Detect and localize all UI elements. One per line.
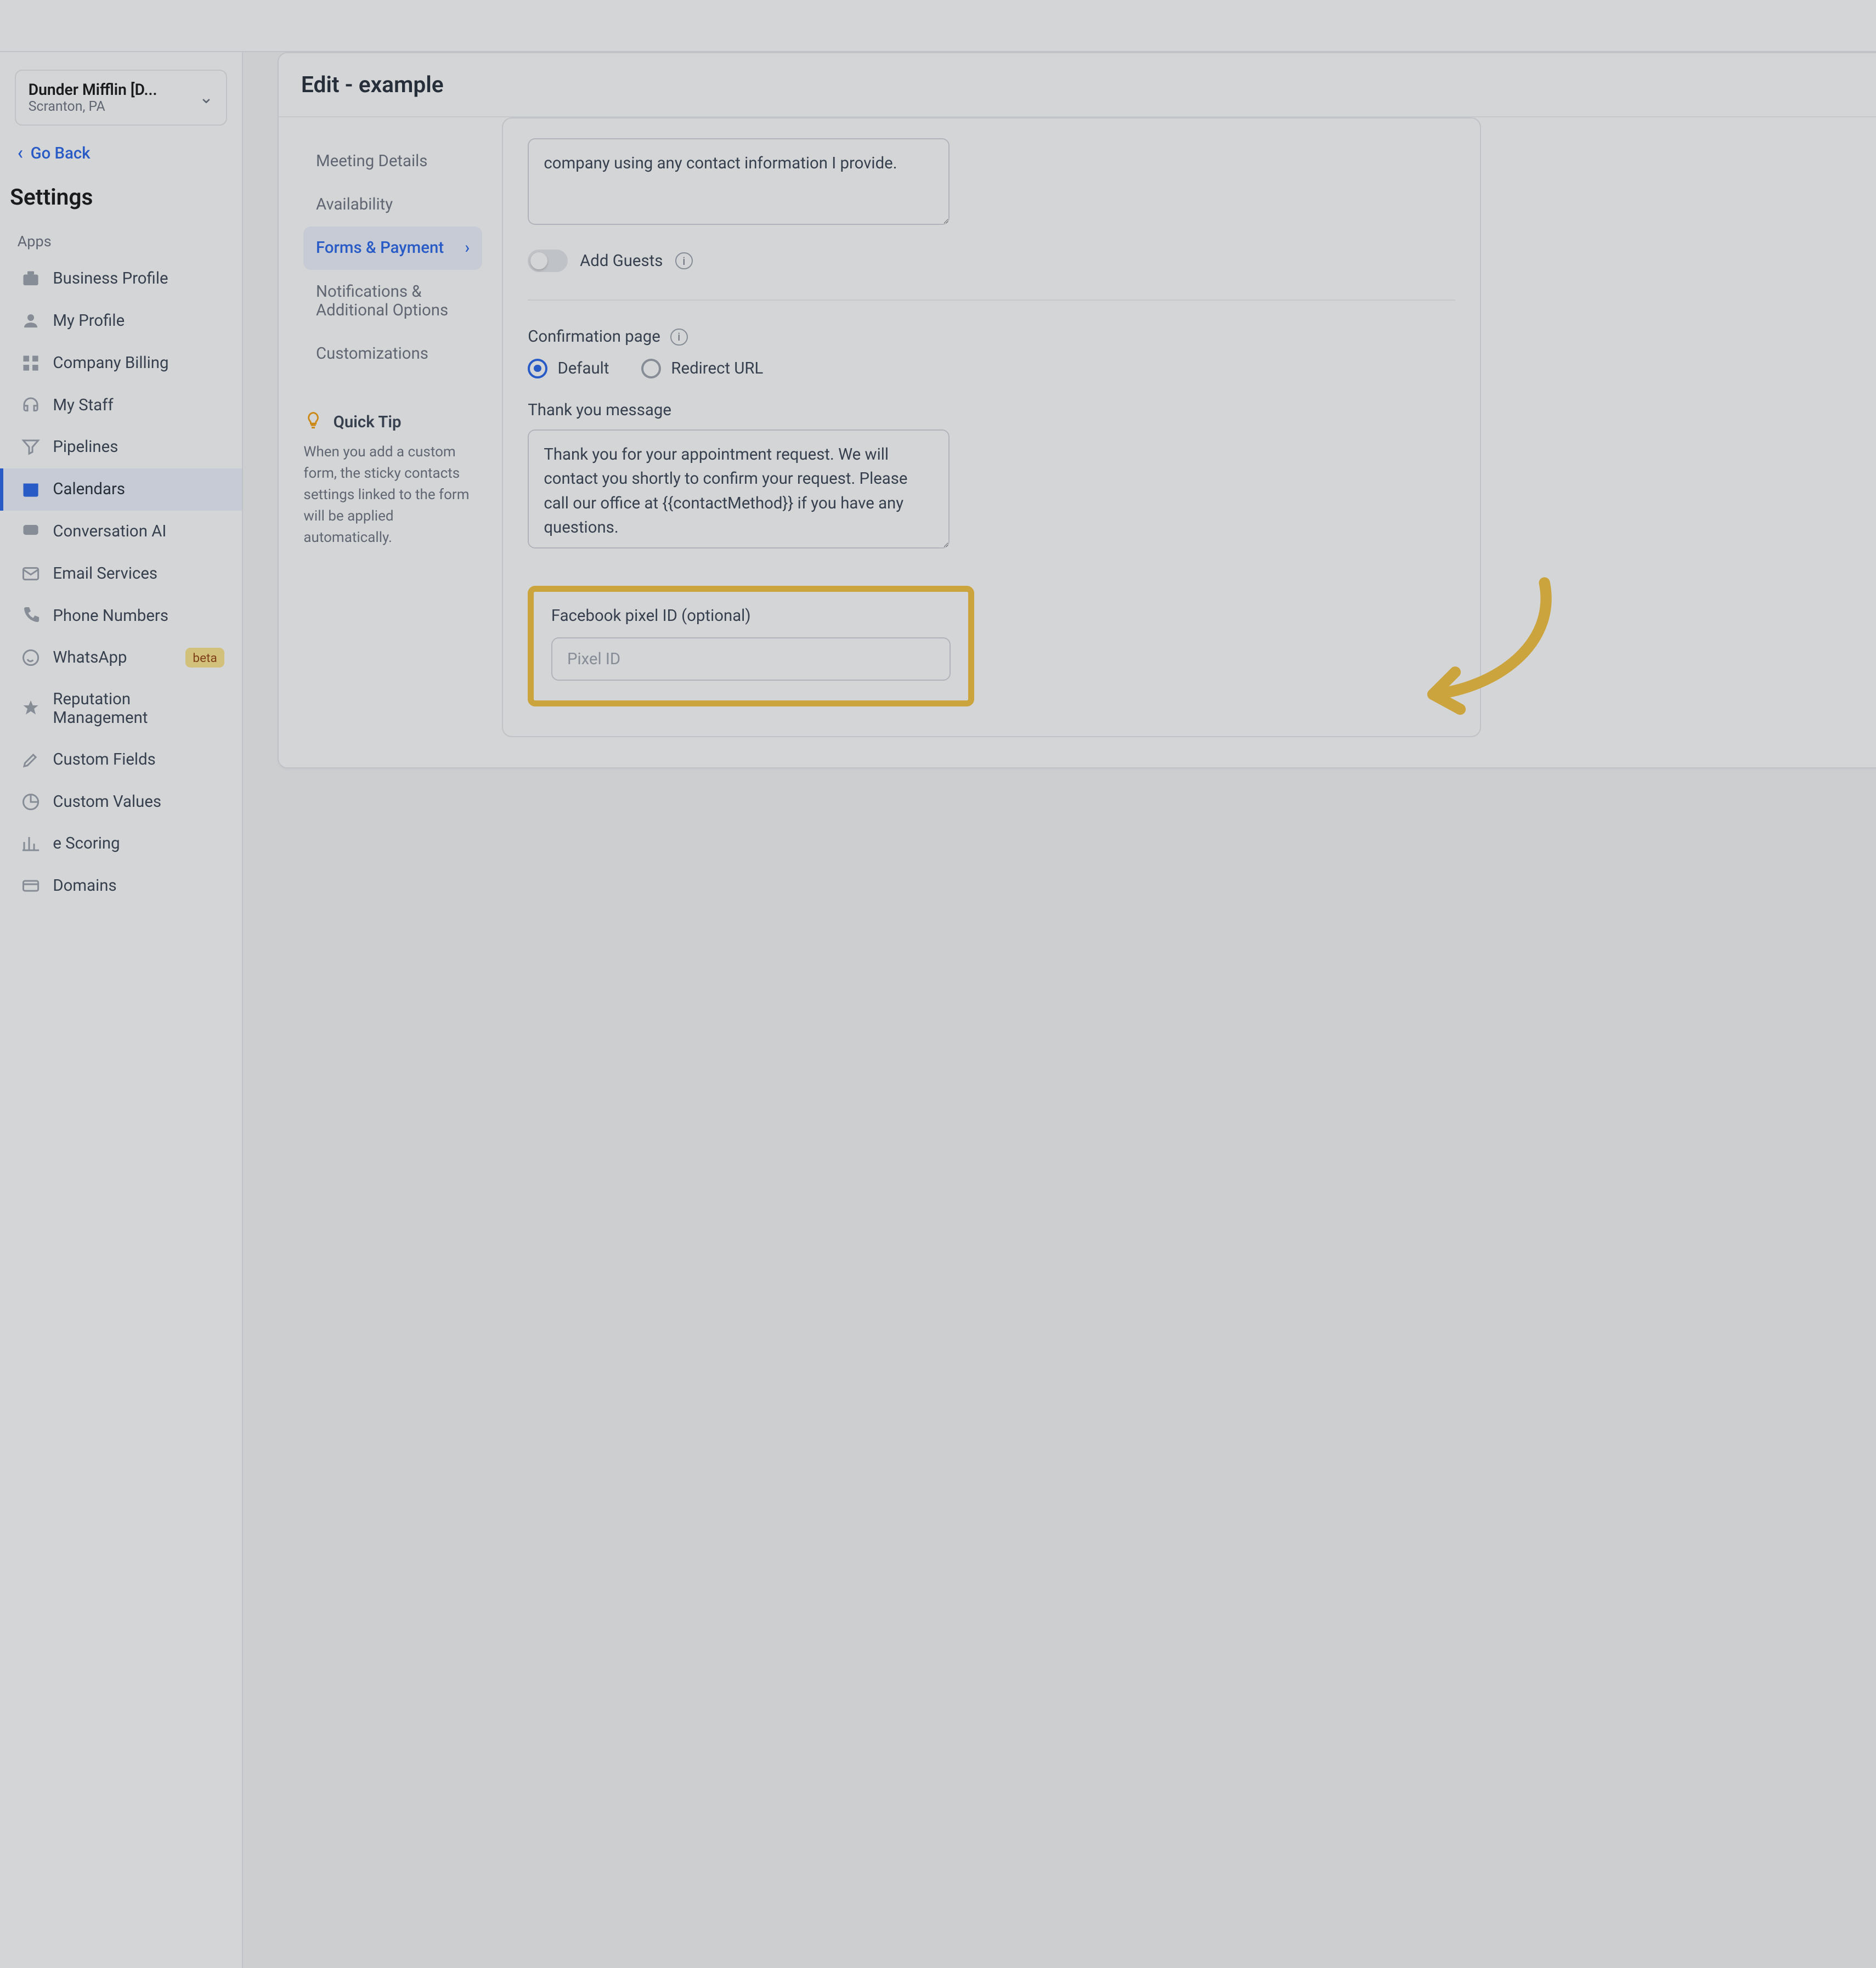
chat-icon — [21, 522, 41, 541]
nav-label: Custom Fields — [53, 750, 155, 769]
nav-company-billing[interactable]: Company Billing — [0, 342, 242, 384]
consent-textarea[interactable]: company using any contact information I … — [528, 138, 949, 225]
whatsapp-icon — [21, 648, 41, 668]
panel-subnav: Meeting Details Availability Forms & Pay… — [279, 117, 502, 767]
nav-label: Company Billing — [53, 354, 168, 372]
nav-label: Conversation AI — [53, 522, 166, 541]
info-icon[interactable]: i — [670, 329, 688, 346]
edit-panel: Edit - example Close Save Meeting Detail… — [278, 52, 1876, 768]
star-icon — [21, 699, 41, 719]
settings-title: Settings — [0, 179, 242, 228]
facebook-pixel-input[interactable] — [551, 637, 951, 681]
nav-my-profile[interactable]: My Profile — [0, 299, 242, 342]
nav-label: WhatsApp — [53, 648, 127, 667]
nav-scoring[interactable]: e Scoring — [0, 823, 242, 865]
sidebar: Dunder Mifflin [D... Scranton, PA ⌄ ‹ Go… — [0, 52, 243, 1968]
subnav-forms-payment[interactable]: Forms & Payment › — [303, 227, 482, 270]
subnav-customizations[interactable]: Customizations — [303, 332, 482, 375]
nav-label: Custom Values — [53, 793, 161, 811]
nav-label: Pipelines — [53, 438, 118, 456]
chart-icon — [21, 834, 41, 853]
nav-reputation[interactable]: Reputation Management — [0, 679, 242, 739]
chevron-right-icon: › — [465, 239, 470, 257]
add-guests-toggle[interactable] — [528, 250, 567, 272]
workspace-name: Dunder Mifflin [D... — [29, 81, 157, 99]
nav-label: Business Profile — [53, 269, 168, 288]
nav-label: My Staff — [53, 396, 113, 415]
nav-label: Phone Numbers — [53, 607, 168, 625]
grid-icon — [21, 353, 41, 373]
nav-phone-numbers[interactable]: Phone Numbers — [0, 595, 242, 637]
workspace-switcher[interactable]: Dunder Mifflin [D... Scranton, PA ⌄ — [15, 70, 227, 126]
beta-badge: beta — [185, 648, 224, 668]
go-back-link[interactable]: ‹ Go Back — [0, 135, 242, 179]
form-area: company using any contact information I … — [502, 117, 1876, 767]
nav-label: Calendars — [53, 480, 125, 499]
nav-label: e Scoring — [53, 834, 120, 853]
info-icon[interactable]: i — [675, 252, 693, 270]
pie-icon — [21, 792, 41, 812]
facebook-pixel-label: Facebook pixel ID (optional) — [551, 607, 951, 625]
chevron-left-icon: ‹ — [18, 143, 23, 164]
briefcase-icon — [21, 269, 41, 289]
quick-tip: Quick Tip When you add a custom form, th… — [303, 410, 482, 549]
radio-label: Redirect URL — [671, 359, 763, 378]
thank-you-textarea[interactable]: Thank you for your appointment request. … — [528, 429, 949, 548]
app-shell: Dunder Mifflin [D... Scranton, PA ⌄ ‹ Go… — [0, 52, 1876, 1968]
separator — [528, 299, 1455, 301]
headset-icon — [21, 395, 41, 415]
form-card: company using any contact information I … — [502, 117, 1481, 738]
apps-section-label: Apps — [0, 228, 242, 258]
nav-label: Reputation Management — [53, 690, 224, 727]
nav-label: Domains — [53, 876, 116, 895]
subnav-availability[interactable]: Availability — [303, 183, 482, 227]
subnav-notifications[interactable]: Notifications & Additional Options — [303, 270, 482, 332]
main: Edit - example Close Save Meeting Detail… — [243, 52, 1876, 1968]
workspace-location: Scranton, PA — [29, 99, 157, 115]
nav-whatsapp[interactable]: WhatsApp beta — [0, 637, 242, 679]
nav-custom-values[interactable]: Custom Values — [0, 781, 242, 823]
tip-body: When you add a custom form, the sticky c… — [303, 442, 482, 548]
nav-my-staff[interactable]: My Staff — [0, 384, 242, 426]
nav-custom-fields[interactable]: Custom Fields — [0, 738, 242, 781]
nav-pipelines[interactable]: Pipelines — [0, 426, 242, 468]
nav-conversation-ai[interactable]: Conversation AI — [0, 511, 242, 553]
panel-header: Edit - example Close Save — [279, 53, 1876, 117]
nav-label: My Profile — [53, 312, 125, 330]
subnav-meeting-details[interactable]: Meeting Details — [303, 139, 482, 183]
nav-domains[interactable]: Domains — [0, 865, 242, 907]
pencil-icon — [21, 750, 41, 770]
topbar: Click here to switch ⚡ topline Support — [0, 0, 1876, 52]
mail-icon — [21, 564, 41, 584]
calendar-icon — [21, 479, 41, 499]
panel-title: Edit - example — [301, 71, 444, 98]
nav-business-profile[interactable]: Business Profile — [0, 258, 242, 300]
radio-default[interactable]: Default — [528, 359, 609, 378]
nav-calendars[interactable]: Calendars — [0, 468, 242, 511]
radio-label: Default — [557, 359, 609, 378]
thank-you-label: Thank you message — [528, 401, 1455, 420]
phone-icon — [21, 606, 41, 625]
add-guests-label: Add Guests — [580, 252, 663, 270]
radio-redirect-url[interactable]: Redirect URL — [641, 359, 763, 378]
card-icon — [21, 876, 41, 896]
nav-label: Email Services — [53, 564, 157, 583]
radio-dot-icon — [528, 359, 547, 378]
chevron-down-icon: ⌄ — [199, 87, 214, 108]
facebook-pixel-highlight: Facebook pixel ID (optional) — [528, 586, 974, 707]
nav-email-services[interactable]: Email Services — [0, 552, 242, 595]
lightbulb-icon — [303, 410, 323, 434]
user-icon — [21, 311, 41, 331]
radio-dot-icon — [641, 359, 661, 378]
funnel-icon — [21, 437, 41, 457]
panel-body: Meeting Details Availability Forms & Pay… — [279, 117, 1876, 767]
tip-title: Quick Tip — [334, 413, 402, 432]
go-back-label: Go Back — [31, 144, 91, 163]
confirmation-page-label: Confirmation page i — [528, 327, 1455, 346]
